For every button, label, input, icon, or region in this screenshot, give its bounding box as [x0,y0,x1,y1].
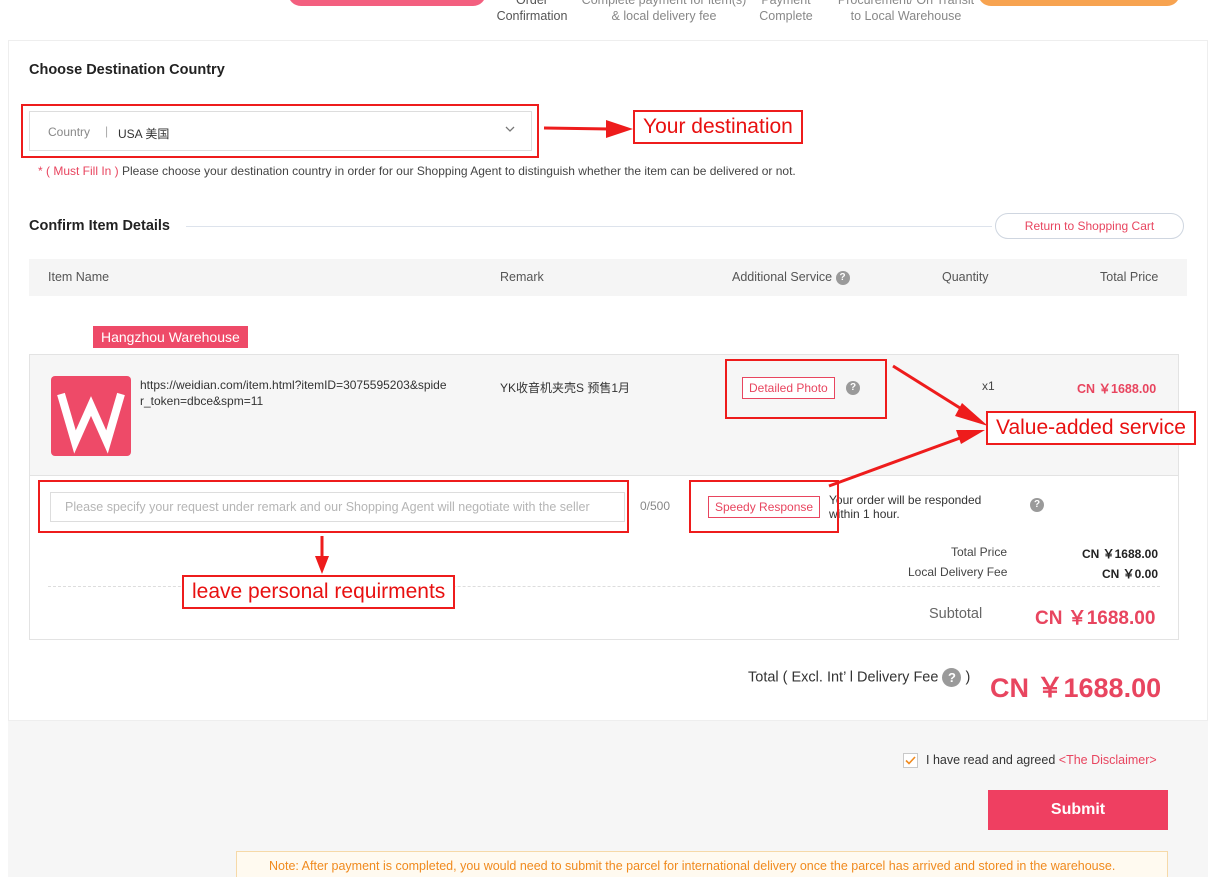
items-title: Confirm Item Details [29,218,170,234]
w-logo-icon [57,392,125,454]
progress-step-line2: Confirmation [496,9,568,23]
col-additional-service: Additional Service ? [732,270,850,285]
progress-step-line2: Complete [759,9,813,23]
annotation-label-destination: Your destination [633,110,803,144]
help-icon[interactable]: ? [1030,498,1044,512]
required-note: * ( Must Fill In ) [38,164,119,178]
progress-step-line1: Complete payment for item(s) [581,0,747,7]
weidian-logo [51,376,131,456]
help-icon[interactable]: ? [942,668,962,687]
col-remark: Remark [500,270,544,284]
annotation-box-speedy [689,480,839,533]
speedy-description: Your order will be responded within 1 ho… [829,493,982,521]
agree-text: I have read and agreed [926,753,1056,767]
close-paren: ) [965,669,971,686]
item-quantity: x1 [982,379,995,393]
col-total-price: Total Price [1100,270,1159,284]
progress-step-order-confirmation: Order Confirmation [484,0,580,24]
delivery-fee-label: Local Delivery Fee [908,565,1008,579]
col-additional-service-label: Additional Service [732,270,833,284]
progress-step-line2: & local delivery fee [611,9,717,23]
annotation-box-remark [38,480,629,533]
grand-total-text: Total ( Excl. Int’ l Delivery Fee [748,669,939,686]
annotation-label-value-added: Value-added service [986,411,1196,445]
delivery-fee-value: CN ￥0.00 [1101,567,1158,581]
total-price-label: Total Price [951,545,1008,559]
annotation-box-detailed-photo [725,359,887,419]
progress-step-line2: to Local Warehouse [850,9,962,23]
grand-total-label: Total ( Excl. Int’ l Delivery Fee ? ) [748,668,970,687]
destination-title: Choose Destination Country [29,62,225,78]
payment-note: Note: After payment is completed, you wo… [236,851,1168,877]
disclaimer-link[interactable]: <The Disclaimer> [1059,753,1157,767]
progress-step-line1: Order [516,0,548,7]
subtotal-label: Subtotal [929,606,983,622]
col-quantity: Quantity [942,270,989,284]
help-icon[interactable]: ? [835,270,850,285]
total-price-value: CN ￥1688.00 [1081,547,1158,561]
grand-total-value: CN ￥1688.00 [990,673,1162,703]
progress-step-payment-complete: Payment Complete [746,0,826,24]
return-to-cart-button[interactable]: Return to Shopping Cart [995,213,1184,239]
annotation-label-personal: leave personal requirments [182,575,456,609]
progress-pill-left [288,0,486,6]
section-divider [186,226,992,227]
col-item-name: Item Name [48,270,110,284]
agreement: I have read and agreed <The Disclaimer> [903,753,1157,769]
progress-step-line1: Payment [761,0,811,7]
progress-step-line1: Procurement/ On Transit [837,0,975,7]
item-url[interactable]: https://weidian.com/item.html?itemID=307… [140,377,450,409]
destination-hint: * ( Must Fill In ) Please choose your de… [38,164,796,178]
subtotal-value: CN ￥1688.00 [1035,608,1156,629]
progress-step-payment: Complete payment for item(s) & local del… [574,0,754,24]
item-remark: YK收音机夹壳S 预售1月 [500,381,631,395]
checkmark-icon [905,756,916,765]
progress-step-procurement: Procurement/ On Transit to Local Warehou… [828,0,984,24]
hint-text: Please choose your destination country i… [118,164,796,178]
table-header: Item Name Remark Additional Service ? Qu… [29,259,1187,296]
submit-button[interactable]: Submit [988,790,1168,830]
item-price: CN ￥1688.00 [1077,382,1157,396]
agree-checkbox[interactable] [903,753,918,769]
progress-bar: Order Confirmation Complete payment for … [0,0,1215,40]
remark-counter: 0/500 [640,499,671,513]
annotation-box-country [21,104,539,158]
progress-pill-right [978,0,1180,6]
warehouse-badge: Hangzhou Warehouse [93,326,248,348]
